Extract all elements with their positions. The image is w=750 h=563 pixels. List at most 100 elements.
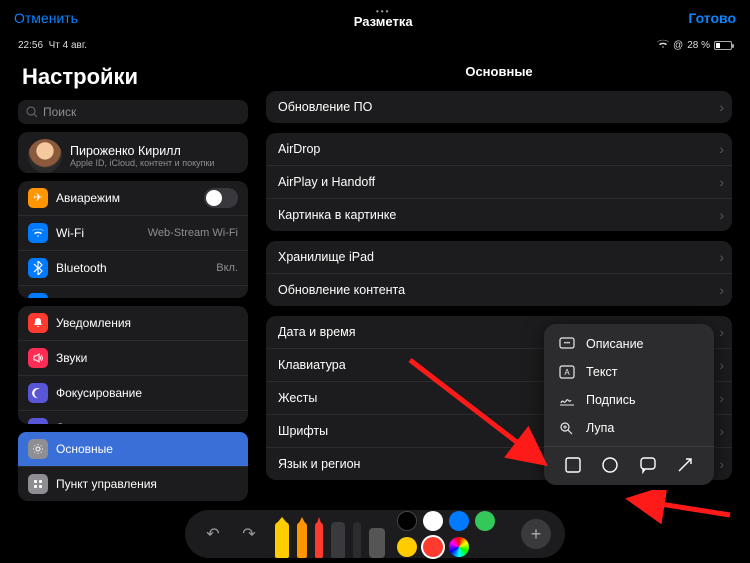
sidebar-item-screentime[interactable]: Экранное время [18, 411, 248, 424]
sidebar-item-bluetooth[interactable]: Bluetooth Вкл. [18, 251, 248, 286]
chevron-right-icon: › [719, 207, 724, 223]
chevron-right-icon: › [719, 456, 724, 472]
focus-label: Фокусирование [56, 386, 238, 400]
account-row[interactable]: Пироженко Кирилл Apple ID, iCloud, конте… [18, 132, 248, 173]
software-update-label: Обновление ПО [278, 100, 720, 114]
ipad-statusbar: 22:56 Чт 4 авг. @ 28 % [10, 36, 740, 54]
description-icon: ••• [558, 337, 576, 351]
row-airplay[interactable]: AirPlay и Handoff› [266, 166, 732, 199]
avatar [28, 139, 62, 173]
general-icon [28, 439, 48, 459]
search-placeholder: Поиск [43, 105, 76, 119]
search-input[interactable]: Поиск [18, 100, 248, 124]
main-group-update: Обновление ПО› [266, 91, 732, 123]
main-group-storage: Хранилище iPad› Обновление контента› [266, 241, 732, 306]
pen-highlighter[interactable] [297, 522, 307, 558]
focus-icon [28, 383, 48, 403]
row-software-update[interactable]: Обновление ПО› [266, 91, 732, 123]
vpn-icon: VPN [28, 293, 48, 299]
shape-circle-button[interactable] [600, 455, 620, 475]
loupe-icon [558, 421, 576, 435]
chevron-right-icon: › [719, 324, 724, 340]
settings-title: Настройки [18, 60, 248, 92]
sidebar-item-wifi[interactable]: Wi-Fi Web-Stream Wi-Fi [18, 216, 248, 251]
control-center-label: Пункт управления [56, 477, 238, 491]
control-center-icon [28, 474, 48, 494]
popover-item-description[interactable]: ••• Описание [544, 330, 714, 358]
sidebar-item-control-center[interactable]: Пункт управления [18, 467, 248, 501]
sidebar-item-sounds[interactable]: Звуки [18, 341, 248, 376]
shape-arrow-button[interactable] [675, 455, 695, 475]
general-label: Основные [56, 442, 238, 456]
chevron-right-icon: › [719, 357, 724, 373]
pen-pencil[interactable] [315, 522, 323, 558]
drag-indicator-icon: ••• [354, 7, 413, 16]
wifi-setting-icon [28, 223, 48, 243]
color-blue[interactable] [449, 511, 469, 531]
row-storage[interactable]: Хранилище iPad› [266, 241, 732, 274]
color-green[interactable] [475, 511, 495, 531]
undo-button[interactable]: ↶ [199, 520, 227, 548]
svg-text:A: A [564, 368, 570, 377]
account-group[interactable]: Пироженко Кирилл Apple ID, iCloud, конте… [18, 132, 248, 173]
pen-lasso[interactable] [353, 522, 361, 558]
color-red[interactable] [423, 537, 443, 557]
status-right: @ 28 % [657, 39, 732, 52]
shape-speech-button[interactable] [638, 455, 658, 475]
status-date: Чт 4 авг. [49, 40, 87, 51]
pen-ruler[interactable] [369, 528, 385, 558]
airplane-label: Авиарежим [56, 191, 196, 205]
sounds-icon [28, 348, 48, 368]
markup-topbar: Отменить ••• Разметка Готово [0, 0, 750, 36]
search-icon [26, 106, 38, 118]
signature-icon [558, 393, 576, 407]
wifi-icon [657, 39, 669, 52]
main-group-airdrop: AirDrop› AirPlay и Handoff› Картинка в к… [266, 133, 732, 231]
settings-sidebar: Настройки Поиск Пироженко Кирилл Apple I… [12, 56, 254, 505]
screentime-icon [28, 418, 48, 424]
popover-description-label: Описание [586, 337, 644, 351]
markup-title-text: Разметка [354, 14, 413, 29]
color-white[interactable] [423, 511, 443, 531]
row-content-refresh[interactable]: Обновление контента› [266, 274, 732, 306]
system-group: Уведомления Звуки Фокусирование [18, 306, 248, 424]
markup-pens [271, 510, 389, 558]
popover-item-loupe[interactable]: Лупа [544, 414, 714, 442]
color-black[interactable] [397, 511, 417, 531]
pen-eraser[interactable] [331, 522, 345, 558]
wifi-value: Web-Stream Wi-Fi [148, 227, 238, 239]
airplane-toggle[interactable] [204, 188, 238, 208]
airplane-icon: ✈ [28, 188, 48, 208]
sounds-label: Звуки [56, 351, 238, 365]
popover-signature-label: Подпись [586, 393, 635, 407]
popover-item-signature[interactable]: Подпись [544, 386, 714, 414]
markup-plus-button[interactable]: + [521, 519, 551, 549]
chevron-right-icon: › [719, 390, 724, 406]
battery-icon [714, 41, 732, 50]
sidebar-item-vpn[interactable]: VPN VPN Не подключено [18, 286, 248, 299]
row-airdrop[interactable]: AirDrop› [266, 133, 732, 166]
popover-shapes-row [544, 446, 714, 479]
row-pip[interactable]: Картинка в картинке› [266, 199, 732, 231]
pen-marker[interactable] [275, 522, 289, 558]
popover-item-text[interactable]: A Текст [544, 358, 714, 386]
screentime-label: Экранное время [56, 421, 238, 424]
bluetooth-icon [28, 258, 48, 278]
sidebar-item-notifications[interactable]: Уведомления [18, 306, 248, 341]
done-button[interactable]: Готово [688, 10, 736, 26]
svg-text:•••: ••• [564, 341, 570, 347]
color-yellow[interactable] [397, 537, 417, 557]
markup-add-popover: ••• Описание A Текст Подпись Лупа [544, 324, 714, 485]
sidebar-item-focus[interactable]: Фокусирование [18, 376, 248, 411]
color-wheel[interactable] [449, 537, 469, 557]
redo-button[interactable]: ↷ [235, 520, 263, 548]
sidebar-item-airplane[interactable]: ✈ Авиарежим [18, 181, 248, 216]
cancel-button[interactable]: Отменить [14, 10, 78, 26]
popover-loupe-label: Лупа [586, 421, 614, 435]
status-time: 22:56 [18, 40, 43, 51]
sidebar-item-general[interactable]: Основные [18, 432, 248, 467]
popover-text-label: Текст [586, 365, 617, 379]
account-sub: Apple ID, iCloud, контент и покупки [70, 158, 238, 168]
chevron-right-icon: › [719, 423, 724, 439]
shape-rectangle-button[interactable] [563, 455, 583, 475]
